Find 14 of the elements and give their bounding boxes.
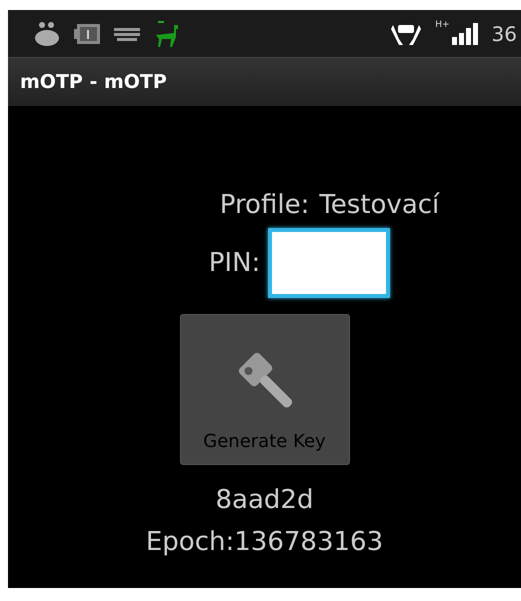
figure-icon <box>34 20 60 46</box>
signal-icon <box>452 22 478 44</box>
otp-code: 8aad2d <box>216 485 314 515</box>
battery-level: 36 <box>492 22 517 46</box>
window-title: mOTP - mOTP <box>20 71 167 93</box>
profile-label: Profile: <box>220 190 310 220</box>
battery-info-icon <box>74 22 100 44</box>
llama-icon <box>154 20 178 46</box>
epoch-text: Epoch:136783163 <box>146 527 384 557</box>
network-type: H+ <box>435 20 450 30</box>
keyboard-icon <box>114 26 140 40</box>
pin-label: PIN: <box>208 248 260 278</box>
pin-field[interactable] <box>268 228 390 298</box>
profile-name: Testovací <box>319 190 440 220</box>
